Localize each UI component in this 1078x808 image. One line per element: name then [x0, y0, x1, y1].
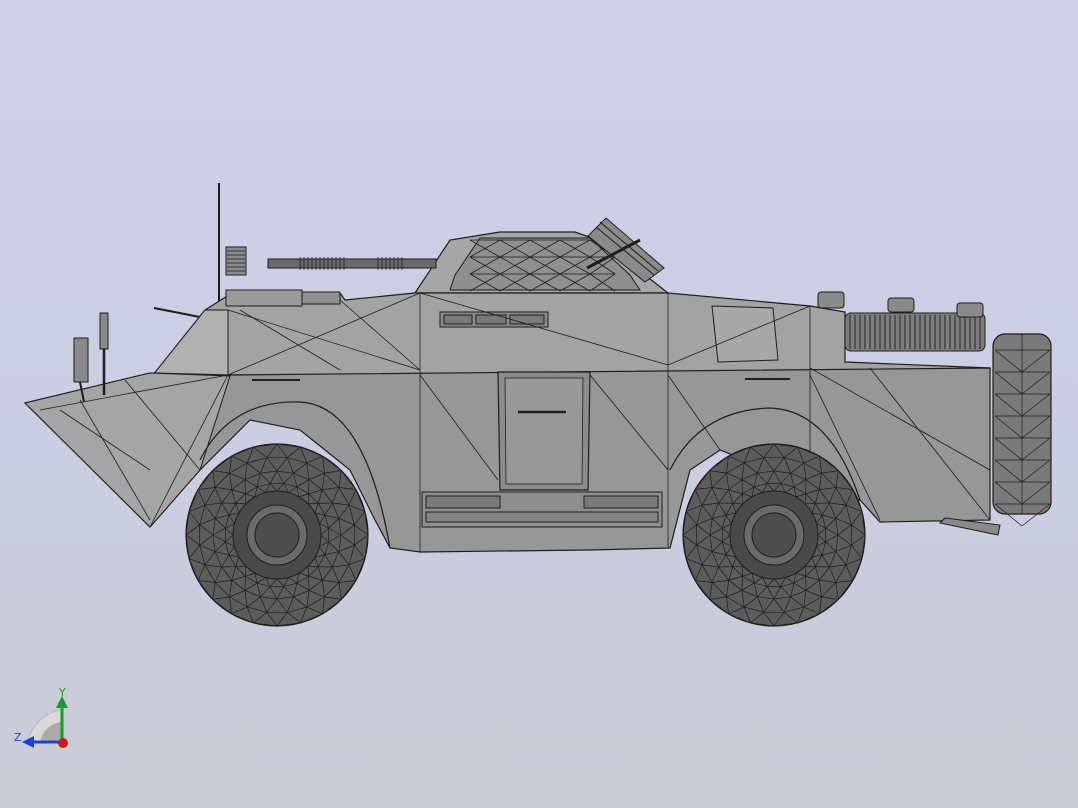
front-mount-box: [225, 246, 247, 276]
rear-wheel[interactable]: [682, 443, 866, 627]
z-axis-label: Z: [14, 731, 22, 744]
side-rails: [421, 491, 663, 528]
rear-window: [711, 305, 779, 363]
y-axis-label: Y: [59, 686, 66, 699]
graphics-viewport[interactable]: Y Z: [0, 0, 1078, 808]
rear-antenna-mount: [153, 307, 206, 319]
front-wheel[interactable]: [185, 443, 369, 627]
side-door[interactable]: [497, 371, 591, 491]
spare-tire[interactable]: [992, 333, 1052, 527]
reference-triad[interactable]: Y Z: [10, 686, 80, 756]
triad-graphic: [22, 696, 68, 748]
main-gun[interactable]: [267, 257, 437, 270]
vehicle-model[interactable]: [0, 0, 1078, 808]
x-axis-dot: [58, 738, 68, 748]
turret[interactable]: [413, 217, 670, 294]
